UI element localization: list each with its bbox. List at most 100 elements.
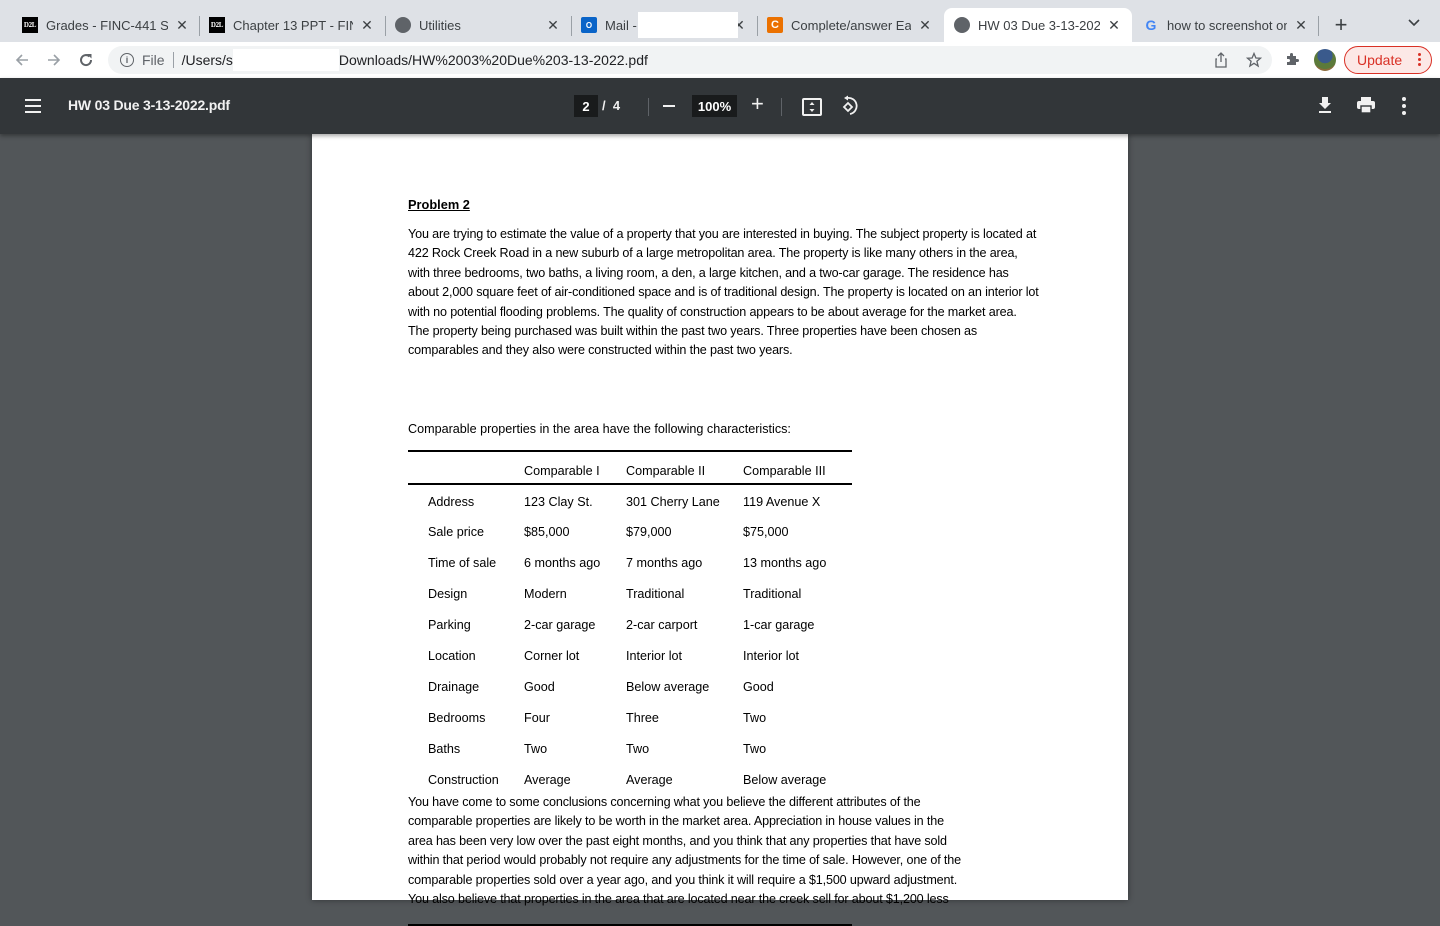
outlook-icon: O — [581, 17, 597, 33]
row-label: Time of sale — [428, 556, 497, 570]
total-pages: 4 — [612, 98, 621, 113]
table-bottom-rule — [408, 924, 852, 926]
row-label: Baths — [428, 742, 461, 756]
table-header-row: Comparable I Comparable II Comparable II… — [408, 464, 852, 484]
table-cell: Average — [626, 773, 673, 787]
table-cell: Interior lot — [626, 649, 682, 663]
share-icon[interactable] — [1214, 46, 1228, 74]
page-number-input[interactable]: 2 — [574, 95, 598, 117]
tab-utilities[interactable]: Utilities ✕ — [385, 8, 571, 42]
table-row: Parking 2-car garage 2-car carport 1-car ga… — [408, 618, 852, 638]
url-suffix: Downloads/HW%2003%20Due%203-13-2022.pdf — [338, 52, 648, 68]
globe-icon — [395, 17, 411, 33]
row-label: Construction — [428, 773, 499, 787]
tab-title: HW 03 Due 3-13-202 — [978, 17, 1100, 33]
table-cell: Interior lot — [743, 649, 799, 663]
table-cell: 119 Avenue X — [743, 495, 821, 509]
update-button[interactable]: Update — [1344, 46, 1432, 74]
table-cell: Good — [743, 680, 774, 694]
url-divider — [172, 52, 174, 68]
google-icon: G — [1145, 17, 1157, 33]
info-icon[interactable]: i — [120, 53, 134, 67]
table-cell: 13 months ago — [743, 556, 827, 570]
tab-google-search[interactable]: G how to screenshot on ✕ — [1133, 8, 1319, 42]
redacted-region — [638, 12, 738, 38]
extensions-puzzle-icon[interactable] — [1284, 51, 1300, 71]
print-icon[interactable] — [1356, 96, 1376, 119]
globe-icon — [954, 17, 970, 33]
forward-arrow-icon — [48, 54, 61, 66]
chegg-icon: C — [767, 17, 783, 33]
close-icon[interactable]: ✕ — [545, 17, 561, 34]
kebab-menu-icon — [1417, 53, 1421, 66]
back-button[interactable] — [10, 48, 34, 72]
back-arrow-icon — [15, 54, 28, 66]
table-row: Bedrooms Four Three Two — [408, 711, 852, 731]
page-separator: / — [602, 98, 606, 113]
profile-avatar[interactable] — [1314, 49, 1336, 71]
url-scheme-label: File — [142, 52, 165, 68]
tab-title: Complete/answer Eac — [791, 17, 911, 33]
bookmark-star-icon[interactable] — [1246, 46, 1262, 74]
new-tab-button[interactable]: + — [1330, 14, 1352, 36]
tab-grades[interactable]: D2L Grades - FINC-441 Sp ✕ — [12, 8, 200, 42]
hamburger-menu-icon[interactable] — [25, 99, 41, 113]
table-cell: Two — [743, 711, 767, 725]
table-cell: Good — [524, 680, 555, 694]
table-cell: 2-car carport — [626, 618, 698, 632]
browser-toolbar: i File /Users/s Downloads/HW%2003%20Due%… — [0, 42, 1440, 78]
table-cell: Three — [626, 711, 659, 725]
table-cell: $85,000 — [524, 525, 570, 539]
address-bar[interactable]: i File /Users/s Downloads/HW%2003%20Due%… — [108, 46, 1272, 74]
download-icon[interactable] — [1317, 95, 1333, 120]
table-cell: Below average — [626, 680, 710, 694]
paragraph-line: within that period would probably not re… — [408, 853, 961, 868]
pdf-viewport[interactable]: Problem 2 You are trying to estimate the… — [0, 134, 1440, 926]
table-cell: $75,000 — [743, 525, 789, 539]
more-options-icon[interactable] — [1402, 97, 1406, 115]
rotate-counterclockwise-icon[interactable] — [838, 95, 858, 117]
paragraph-line: area has been very low over the past eig… — [408, 833, 947, 848]
d2l-icon: D2L — [209, 17, 225, 33]
close-icon[interactable]: ✕ — [917, 17, 933, 34]
paragraph-line: comparable properties sold over a year a… — [408, 872, 958, 887]
table-row: Design Modern Traditional Traditional — [408, 587, 852, 607]
table-row: Sale price $85,000 $79,000 $75,000 — [408, 525, 852, 545]
tab-title: how to screenshot on — [1167, 17, 1287, 33]
row-label: Drainage — [428, 680, 480, 694]
close-icon[interactable]: ✕ — [1106, 17, 1122, 34]
tab-strip: D2L Grades - FINC-441 Sp ✕ D2L Chapter 1… — [0, 0, 1440, 42]
tab-hw03-active[interactable]: HW 03 Due 3-13-202 ✕ — [944, 8, 1132, 42]
zoom-in-button[interactable]: + — [751, 93, 764, 115]
table-cell: Average — [524, 773, 571, 787]
pdf-page: Problem 2 You are trying to estimate the… — [312, 134, 1128, 926]
table-row: Construction Average Average Below average — [408, 773, 852, 793]
close-icon[interactable]: ✕ — [1293, 17, 1309, 34]
table-cell: Traditional — [626, 587, 685, 601]
table-cell: Modern — [524, 587, 567, 601]
close-icon[interactable]: ✕ — [359, 17, 375, 34]
tab-chegg[interactable]: C Complete/answer Eac ✕ — [757, 8, 943, 42]
forward-button[interactable] — [42, 48, 66, 72]
tab-title: Grades - FINC-441 Sp — [46, 17, 168, 33]
d2l-icon: D2L — [22, 17, 38, 33]
zoom-out-button[interactable] — [663, 105, 675, 107]
toolbar-divider — [781, 98, 782, 116]
row-label: Bedrooms — [428, 711, 486, 725]
tab-search-chevron-icon[interactable] — [1408, 16, 1420, 30]
update-label: Update — [1357, 52, 1403, 68]
table-cell: 2-car garage — [524, 618, 596, 632]
pdf-filename: HW 03 Due 3-13-2022.pdf — [68, 97, 230, 113]
table-cell: 6 months ago — [524, 556, 601, 570]
row-label: Sale price — [428, 525, 485, 539]
pdf-toolbar: HW 03 Due 3-13-2022.pdf 2 / 4 100% + — [0, 78, 1440, 134]
table-cell: Four — [524, 711, 550, 725]
reload-button[interactable] — [74, 48, 98, 72]
table-header-rule — [408, 483, 852, 485]
close-icon[interactable]: ✕ — [174, 17, 190, 34]
zoom-level-input[interactable]: 100% — [692, 95, 737, 117]
table-cell: 1-car garage — [743, 618, 815, 632]
tab-chapter13[interactable]: D2L Chapter 13 PPT - FIN( ✕ — [199, 8, 385, 42]
toolbar-divider — [648, 98, 649, 116]
fit-to-page-icon[interactable] — [802, 98, 822, 116]
